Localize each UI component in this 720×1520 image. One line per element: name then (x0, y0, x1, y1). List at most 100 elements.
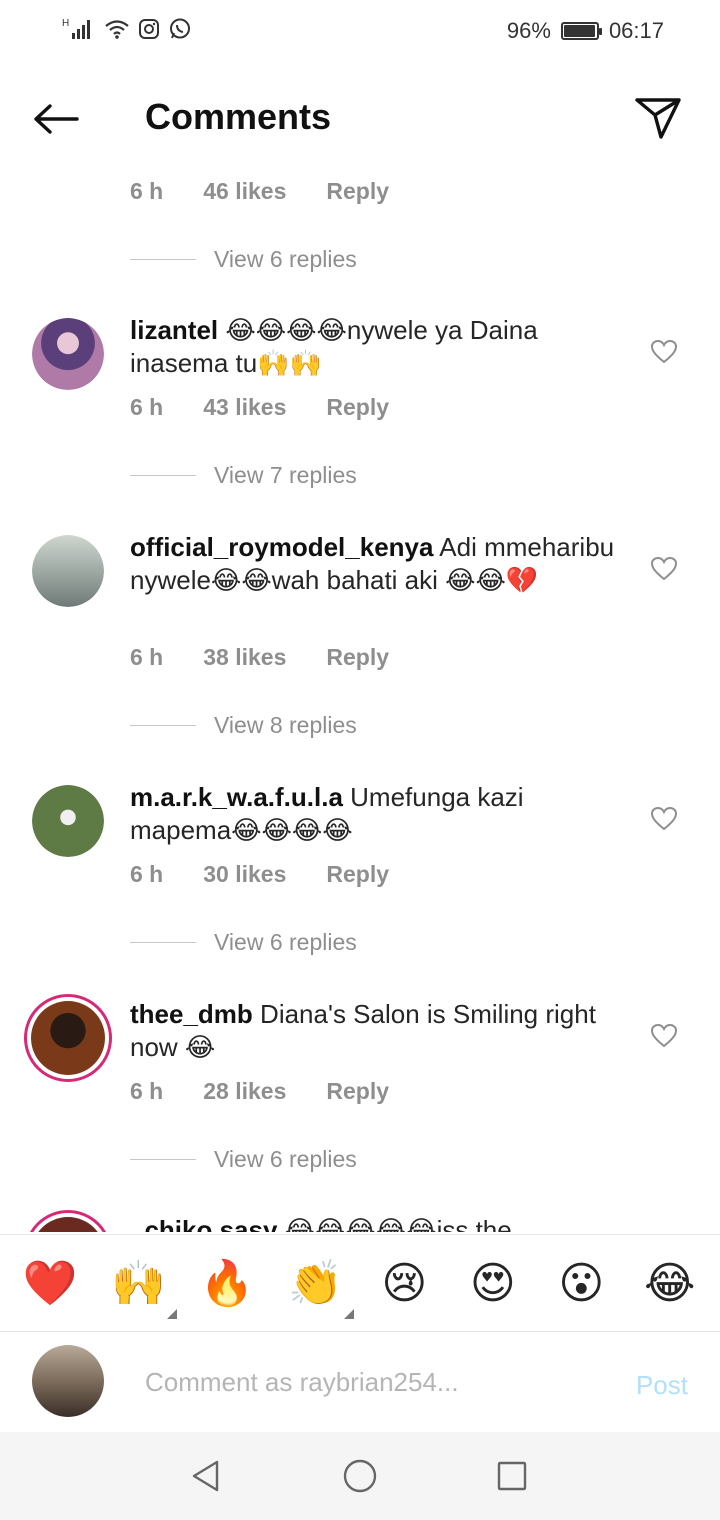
comment-meta: 6 h 43 likes Reply (130, 394, 389, 421)
network-type: H (62, 18, 69, 29)
comment-meta: 6 h 28 likes Reply (130, 1078, 389, 1105)
comment-item: official_roymodel_kenya Adi mmeharibu ny… (0, 527, 720, 757)
reaction-red-heart[interactable]: ❤️ (18, 1257, 82, 1309)
share-button[interactable] (632, 92, 684, 144)
comment-likes[interactable]: 38 likes (203, 644, 286, 671)
page-title: Comments (145, 96, 332, 137)
battery-percent: 96% (506, 18, 551, 43)
comment-likes[interactable]: 46 likes (203, 178, 286, 205)
reaction-tears-of-joy[interactable]: 😂 (638, 1258, 702, 1309)
reply-button[interactable]: Reply (326, 861, 389, 888)
comment-likes[interactable]: 28 likes (203, 1078, 286, 1105)
status-icons-left: H (62, 16, 192, 42)
reaction-crying-face[interactable]: 😢 (372, 1258, 436, 1309)
view-replies-label[interactable]: View 6 replies (214, 1146, 357, 1173)
comment-item: 6 h 46 likes Reply View 6 replies (0, 150, 720, 273)
comment-item: thee_dmb Diana's Salon is Smiling right … (0, 994, 720, 1194)
whatsapp-notification-icon (170, 18, 190, 39)
comment-text: official_roymodel_kenya Adi mmeharibu ny… (130, 531, 630, 597)
signal-icon: H (62, 18, 90, 39)
comment-meta: 6 h 46 likes Reply (130, 178, 389, 205)
comment-input[interactable] (145, 1362, 565, 1402)
comment-item: lizantel 😂😂😂😂nywele ya Daina inasema tu🙌… (0, 310, 720, 510)
comment-likes[interactable]: 43 likes (203, 394, 286, 421)
instagram-notification-icon (139, 19, 159, 39)
nav-recents-button[interactable] (492, 1456, 532, 1496)
reaction-heart-eyes[interactable]: 😍 (461, 1258, 525, 1309)
comment-username[interactable]: lizantel (130, 315, 218, 345)
skin-tone-indicator (343, 1309, 354, 1319)
comment-text: thee_dmb Diana's Salon is Smiling right … (130, 998, 630, 1064)
divider (130, 725, 196, 726)
comment-username[interactable]: _chiko.sasy (130, 1215, 277, 1232)
square-recents-icon (497, 1461, 527, 1491)
comment-text: _chiko.sasy 😂😂😂😂😂iss the (130, 1214, 630, 1232)
view-replies-label[interactable]: View 8 replies (214, 712, 357, 739)
system-navigation-bar (0, 1432, 720, 1520)
comment-username[interactable]: m.a.r.k_w.a.f.u.l.a (130, 782, 343, 812)
view-replies[interactable]: View 7 replies (130, 462, 357, 489)
comment-username[interactable]: official_roymodel_kenya (130, 532, 433, 562)
comment-time: 6 h (130, 861, 164, 887)
reply-button[interactable]: Reply (326, 1078, 389, 1105)
comment-likes[interactable]: 30 likes (203, 861, 286, 888)
divider (130, 259, 196, 260)
skin-tone-indicator (166, 1309, 177, 1319)
comment-time: 6 h (130, 644, 164, 670)
comment-time: 6 h (130, 394, 164, 420)
view-replies-label[interactable]: View 6 replies (214, 929, 357, 956)
comment-username[interactable]: thee_dmb (130, 999, 253, 1029)
comment-item: m.a.r.k_w.a.f.u.l.a Umefunga kazi mapema… (0, 777, 720, 977)
view-replies-label[interactable]: View 6 replies (214, 246, 357, 273)
avatar[interactable] (32, 785, 104, 857)
reaction-fire[interactable]: 🔥 (195, 1257, 259, 1309)
avatar[interactable] (24, 1210, 112, 1232)
comment-text: m.a.r.k_w.a.f.u.l.a Umefunga kazi mapema… (130, 781, 630, 847)
nav-back-button[interactable] (186, 1456, 226, 1496)
reply-button[interactable]: Reply (326, 394, 389, 421)
comment-item: _chiko.sasy 😂😂😂😂😂iss the (0, 1210, 720, 1232)
comment-meta: 6 h 38 likes Reply (130, 644, 389, 671)
like-heart-icon[interactable] (650, 338, 678, 366)
battery-icon (560, 22, 602, 40)
clock: 06:17 (608, 18, 664, 43)
arrow-left-icon (34, 104, 79, 134)
view-replies[interactable]: View 6 replies (130, 1146, 357, 1173)
view-replies[interactable]: View 6 replies (130, 929, 357, 956)
comments-list[interactable]: 6 h 46 likes Reply View 6 replies lizant… (0, 150, 720, 1232)
comment-content: 😂😂😂😂😂iss the (284, 1215, 512, 1232)
like-heart-icon[interactable] (650, 555, 678, 583)
comment-time: 6 h (130, 178, 164, 204)
nav-home-button[interactable] (340, 1456, 380, 1496)
like-heart-icon[interactable] (650, 805, 678, 833)
wifi-icon (105, 20, 129, 39)
divider (130, 475, 196, 476)
comment-composer: Post (0, 1332, 720, 1432)
back-button[interactable] (28, 94, 84, 144)
status-bar: H 96% 06:17 (0, 0, 720, 62)
avatar[interactable] (24, 994, 112, 1082)
my-avatar (32, 1345, 104, 1417)
comment-meta: 6 h 30 likes Reply (130, 861, 389, 888)
paper-plane-icon (635, 98, 681, 139)
divider (130, 942, 196, 943)
comment-time: 6 h (130, 1078, 164, 1104)
triangle-back-icon (192, 1460, 219, 1492)
status-right: 96% 06:17 (507, 18, 664, 44)
like-heart-icon[interactable] (650, 1022, 678, 1050)
post-button[interactable]: Post (636, 1370, 688, 1401)
quick-reactions-bar: ❤️ 🙌 🔥 👏 😢 😍 😮 😂 (0, 1234, 720, 1332)
view-replies[interactable]: View 8 replies (130, 712, 357, 739)
reaction-surprised-face[interactable]: 😮 (549, 1258, 613, 1309)
view-replies[interactable]: View 6 replies (130, 246, 357, 273)
comment-text: lizantel 😂😂😂😂nywele ya Daina inasema tu🙌… (130, 314, 630, 380)
circle-home-icon (343, 1459, 377, 1493)
reply-button[interactable]: Reply (326, 644, 389, 671)
avatar[interactable] (32, 535, 104, 607)
reply-button[interactable]: Reply (326, 178, 389, 205)
reaction-raising-hands[interactable]: 🙌 (107, 1257, 177, 1319)
reaction-clapping-hands[interactable]: 👏 (284, 1257, 354, 1319)
avatar[interactable] (32, 318, 104, 390)
view-replies-label[interactable]: View 7 replies (214, 462, 357, 489)
divider (130, 1159, 196, 1160)
